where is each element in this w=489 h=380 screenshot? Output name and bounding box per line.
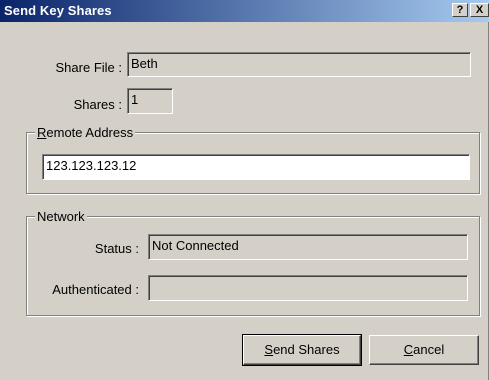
title-bar[interactable]: Send Key Shares ? X [0,0,489,22]
send-key-shares-dialog: Send Key Shares ? X Share File : Beth Sh… [0,0,489,380]
remote-address-title-rest: emote Address [46,125,134,140]
send-shares-accel: S [264,342,274,357]
window-title: Send Key Shares [4,3,112,18]
share-file-field: Beth [127,52,471,77]
network-group-title: Network [35,209,87,224]
help-icon[interactable]: ? [452,3,468,17]
close-icon[interactable]: X [470,3,489,17]
authenticated-field [148,275,468,301]
send-shares-button[interactable]: Send Shares [242,334,362,366]
network-group: Network [26,209,480,316]
remote-address-input[interactable]: 123.123.123.12 [42,154,470,180]
shares-label: Shares : [73,97,122,112]
cancel-button[interactable]: Cancel [369,335,479,365]
status-field: Not Connected [148,234,468,260]
cancel-label-rest: ancel [413,342,445,357]
send-shares-label-rest: end Shares [273,342,340,357]
cancel-accel: C [403,342,414,357]
remote-address-group-title: Remote Address [35,125,136,140]
share-file-label: Share File : [55,60,122,75]
remote-address-accel: R [37,125,47,140]
status-label: Status : [94,241,139,256]
authenticated-label: Authenticated : [52,282,139,297]
shares-field: 1 [127,88,173,114]
